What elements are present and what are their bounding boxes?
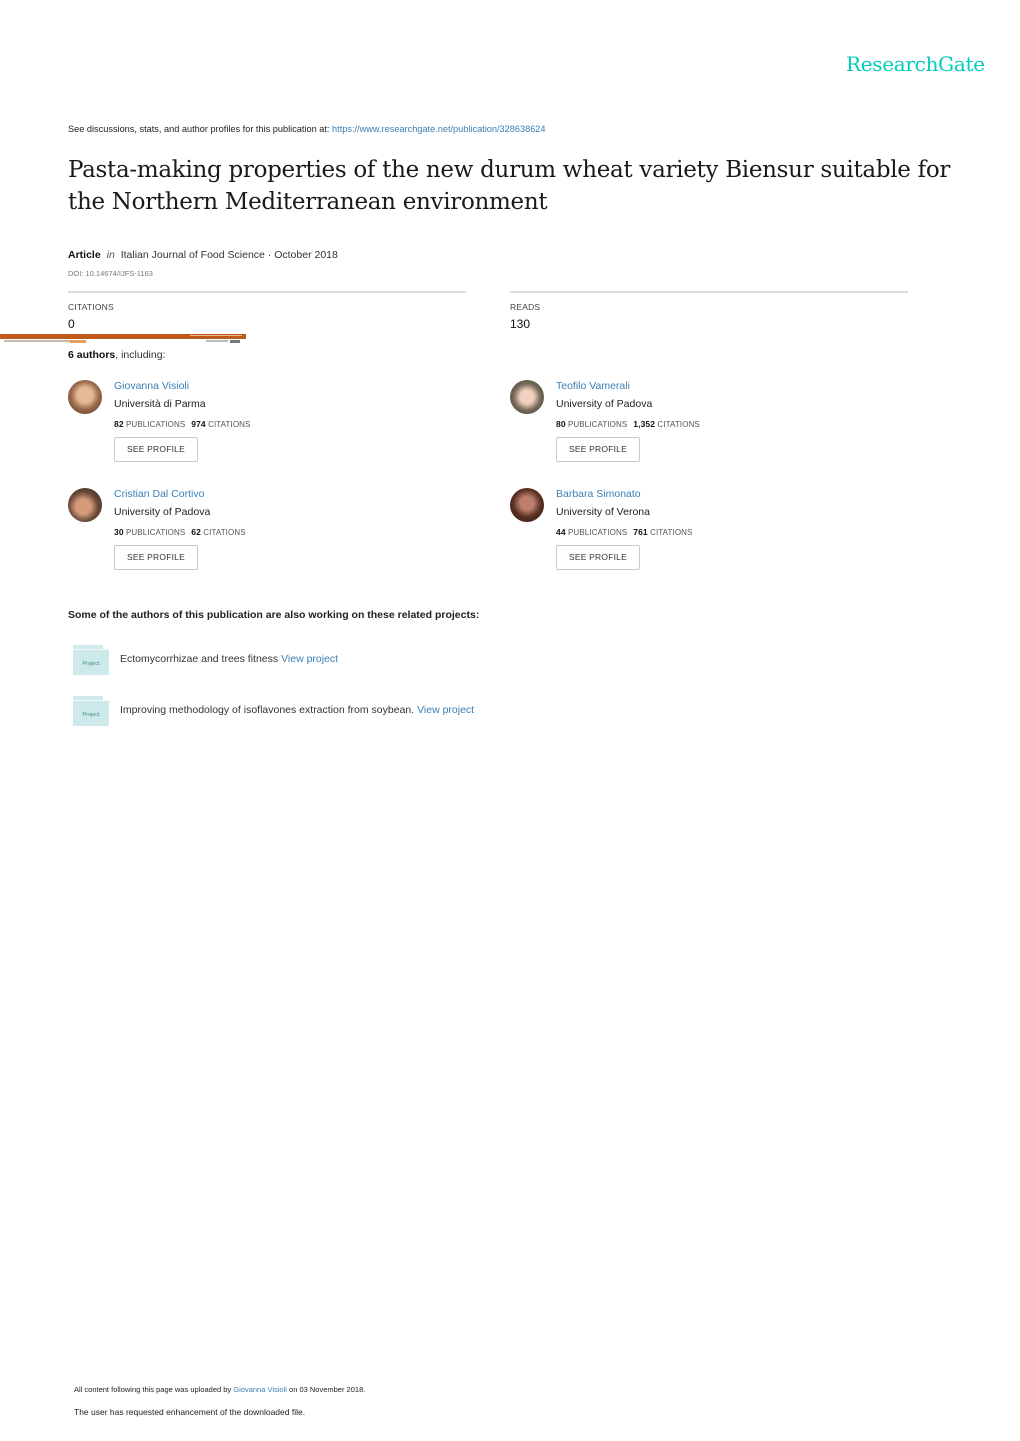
avatar[interactable]	[68, 488, 102, 522]
avatar[interactable]	[68, 380, 102, 414]
project-title: Ectomycorrhizae and trees fitness	[120, 653, 282, 665]
author-name-link[interactable]: Cristian Dal Cortivo	[114, 488, 204, 500]
author-name-link[interactable]: Giovanna Visioli	[114, 380, 189, 392]
publication-meta: Article in Italian Journal of Food Scien…	[68, 249, 338, 261]
project-line: Improving methodology of isoflavones ext…	[120, 704, 474, 716]
banner-core-logo	[230, 340, 240, 343]
view-project-link[interactable]: View project	[281, 653, 338, 665]
author-institution: University of Verona	[556, 506, 650, 518]
authors-heading: 6 authors, including:	[68, 349, 165, 361]
publications-count: 44	[556, 527, 566, 537]
author-name-link[interactable]: Barbara Simonato	[556, 488, 641, 500]
download-banner-bar	[0, 334, 246, 339]
uploader-link[interactable]: Giovanna Visioli	[233, 1385, 287, 1394]
publication-type: Article	[68, 249, 101, 261]
see-discussions-text: See discussions, stats, and author profi…	[68, 124, 333, 134]
divider-citations	[68, 291, 466, 293]
project-line: Ectomycorrhizae and trees fitness View p…	[120, 653, 338, 665]
reads-label: READS	[510, 302, 541, 312]
see-discussions-line: See discussions, stats, and author profi…	[68, 124, 546, 134]
authors-suffix: , including:	[115, 349, 166, 361]
citations-label: CITATIONS	[203, 528, 246, 537]
author-institution: Università di Parma	[114, 398, 206, 410]
citations-count: 761	[633, 527, 648, 537]
publications-label: PUBLICATIONS	[567, 528, 628, 537]
citations-label: CITATIONS	[68, 302, 114, 312]
author-stats: 82 PUBLICATIONS 974 CITATIONS	[114, 419, 250, 429]
publications-count: 82	[114, 419, 124, 429]
download-banner-subline	[0, 340, 246, 346]
citations-label: CITATIONS	[657, 420, 700, 429]
author-institution: University of Padova	[114, 506, 211, 518]
citations-label: CITATIONS	[208, 420, 251, 429]
author-name-link[interactable]: Teofilo Vamerali	[556, 380, 630, 392]
in-label: in	[106, 249, 115, 261]
author-card: Teofilo Vamerali University of Padova 80…	[510, 380, 930, 480]
related-projects-heading: Some of the authors of this publication …	[68, 609, 480, 621]
enhancement-note: The user has requested enhancement of th…	[74, 1407, 306, 1417]
view-project-link[interactable]: View project	[417, 704, 474, 716]
citations-value: 0	[68, 317, 75, 331]
folder-label: Project	[82, 712, 100, 718]
banner-highlight	[70, 340, 86, 343]
author-stats: 44 PUBLICATIONS 761 CITATIONS	[556, 527, 692, 537]
project-item: Project Improving methodology of isoflav…	[73, 696, 773, 728]
publication-url-link[interactable]: https://www.researchgate.net/publication…	[332, 124, 546, 134]
avatar[interactable]	[510, 380, 544, 414]
reads-value: 130	[510, 317, 531, 331]
publications-label: PUBLICATIONS	[125, 420, 186, 429]
author-stats: 30 PUBLICATIONS 62 CITATIONS	[114, 527, 246, 537]
banner-fine-print	[190, 335, 242, 336]
see-profile-button[interactable]: SEE PROFILE	[114, 545, 198, 570]
upload-suffix: on 03 November 2018.	[286, 1385, 366, 1394]
publication-title: Pasta-making properties of the new durum…	[68, 157, 951, 215]
divider-reads	[510, 291, 908, 293]
publications-label: PUBLICATIONS	[567, 420, 628, 429]
author-card: Giovanna Visioli Università di Parma 82 …	[68, 380, 488, 480]
see-profile-button[interactable]: SEE PROFILE	[556, 437, 640, 462]
citations-count: 62	[191, 527, 201, 537]
project-folder-icon: Project	[73, 696, 109, 726]
researchgate-logo[interactable]: ResearchGate	[846, 52, 985, 76]
upload-prefix: All content following this page was uplo…	[74, 1385, 234, 1394]
publications-count: 30	[114, 527, 124, 537]
banner-credit	[206, 340, 228, 342]
citations-count: 974	[191, 419, 206, 429]
author-stats: 80 PUBLICATIONS 1,352 CITATIONS	[556, 419, 700, 429]
project-folder-icon: Project	[73, 645, 109, 675]
journal-date: Italian Journal of Food Science · Octobe…	[120, 249, 338, 261]
citations-count: 1,352	[633, 419, 656, 429]
folder-label: Project	[82, 661, 100, 667]
publications-count: 80	[556, 419, 566, 429]
author-institution: University of Padova	[556, 398, 653, 410]
see-profile-button[interactable]: SEE PROFILE	[114, 437, 198, 462]
publications-label: PUBLICATIONS	[125, 528, 186, 537]
project-title: Improving methodology of isoflavones ext…	[120, 704, 418, 716]
project-item: Project Ectomycorrhizae and trees fitnes…	[73, 645, 773, 677]
author-card: Cristian Dal Cortivo University of Padov…	[68, 488, 488, 588]
authors-count: 6 authors	[68, 349, 116, 361]
avatar[interactable]	[510, 488, 544, 522]
author-card: Barbara Simonato University of Verona 44…	[510, 488, 930, 588]
upload-notice: All content following this page was uplo…	[74, 1385, 365, 1394]
doi: DOI: 10.14674/IJFS-1163	[68, 269, 153, 278]
see-profile-button[interactable]: SEE PROFILE	[556, 545, 640, 570]
citations-label: CITATIONS	[650, 528, 693, 537]
